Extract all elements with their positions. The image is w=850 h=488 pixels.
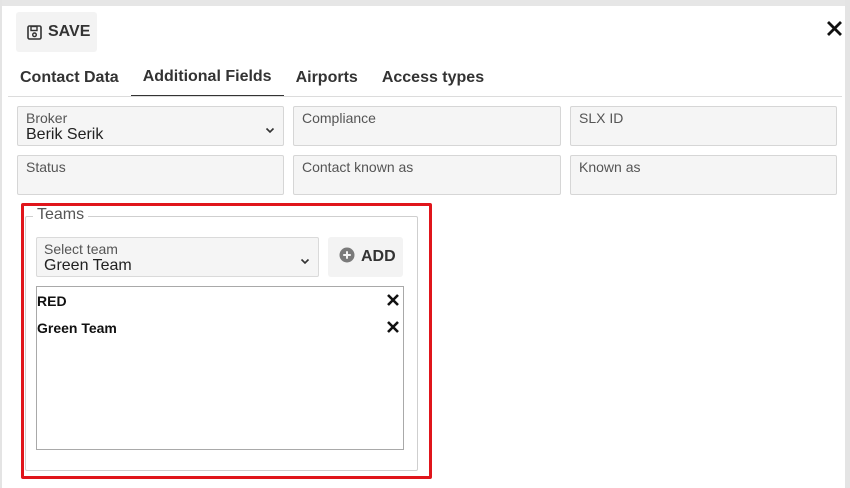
status-label: Status <box>26 159 66 175</box>
team-name: RED <box>37 293 67 309</box>
add-team-button[interactable]: ADD <box>328 237 403 277</box>
chevron-down-icon <box>265 121 275 139</box>
close-button[interactable] <box>824 21 844 41</box>
tab-contact-data[interactable]: Contact Data <box>8 64 131 97</box>
team-list: RED Green Team <box>36 286 404 450</box>
tab-divider <box>8 96 842 97</box>
close-icon <box>826 21 842 41</box>
tab-access-types[interactable]: Access types <box>370 64 496 97</box>
contact-known-as-field[interactable]: Contact known as <box>293 155 561 195</box>
remove-x-icon[interactable] <box>386 320 400 334</box>
window-left-border <box>0 0 2 488</box>
tab-bar: Contact Data Additional Fields Airports … <box>8 64 496 97</box>
plus-circle-icon <box>339 247 355 268</box>
tab-additional-fields[interactable]: Additional Fields <box>130 64 284 97</box>
status-field[interactable]: Status <box>17 155 284 195</box>
broker-value: Berik Serik <box>26 126 104 143</box>
slx-id-label: SLX ID <box>579 110 624 126</box>
contact-known-as-label: Contact known as <box>302 159 414 175</box>
tab-label: Contact Data <box>20 68 119 86</box>
floppy-disk-icon <box>27 24 42 40</box>
compliance-label: Compliance <box>302 110 376 126</box>
teams-legend: Teams <box>33 206 89 224</box>
team-select-label: Select team <box>44 241 118 257</box>
save-button-label: SAVE <box>48 23 91 40</box>
tab-airports[interactable]: Airports <box>284 64 370 97</box>
window-scrollbar-track[interactable] <box>845 0 850 488</box>
team-name: Green Team <box>37 320 117 336</box>
compliance-field[interactable]: Compliance <box>293 106 561 146</box>
chevron-down-icon <box>300 252 310 270</box>
list-item: Green Team <box>37 317 403 339</box>
remove-x-icon[interactable] <box>386 293 400 307</box>
known-as-label: Known as <box>579 159 641 175</box>
broker-label: Broker <box>26 110 68 126</box>
window-top-border <box>0 0 850 6</box>
tab-label: Access types <box>381 68 485 86</box>
team-select[interactable]: Select team Green Team <box>36 237 319 277</box>
tab-label: Additional Fields <box>142 67 272 85</box>
list-item: RED <box>37 290 403 312</box>
known-as-field[interactable]: Known as <box>570 155 837 195</box>
tab-label: Airports <box>295 68 358 86</box>
team-select-value: Green Team <box>44 257 132 274</box>
broker-select[interactable]: Broker Berik Serik <box>17 106 284 146</box>
slx-id-field[interactable]: SLX ID <box>570 106 837 146</box>
save-button[interactable]: SAVE <box>16 12 97 52</box>
add-button-label: ADD <box>361 248 396 265</box>
